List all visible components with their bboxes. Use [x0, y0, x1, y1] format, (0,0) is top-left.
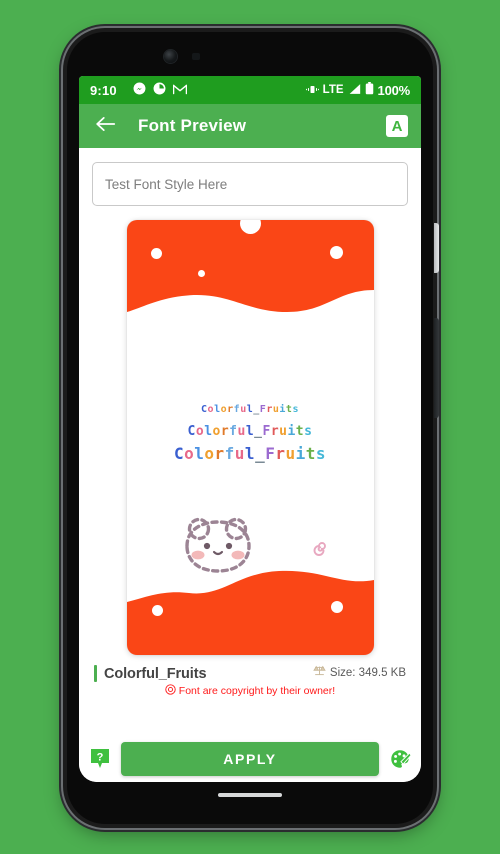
- signal-icon: [348, 83, 361, 98]
- bubble-dot: [330, 601, 343, 613]
- network-type-label: LTE: [322, 84, 344, 96]
- spiral-icon: [313, 542, 326, 556]
- apply-button[interactable]: APPLY: [121, 742, 379, 776]
- vibrate-icon: [305, 83, 319, 98]
- font-info-row: Colorful_Fruits Size: 349.5 KB: [92, 664, 408, 682]
- page-title: Font Preview: [138, 116, 247, 135]
- test-font-input[interactable]: [92, 162, 408, 206]
- svg-text:?: ?: [97, 752, 104, 764]
- main-content: Colorful_Fruits Colorful_Fruits Colorful…: [79, 148, 421, 736]
- phone-screen: 9:10 LTE 100% Font Preview A Test Font S…: [79, 76, 421, 782]
- copyright-note: Font are copyright by their owner!: [92, 684, 408, 698]
- status-bar-right: LTE 100%: [305, 82, 411, 98]
- font-accent-bar: [94, 665, 97, 682]
- home-indicator[interactable]: [218, 793, 282, 797]
- front-camera-icon: [164, 50, 177, 63]
- font-size-a-icon[interactable]: A: [386, 115, 408, 137]
- copyright-text: Font are copyright by their owner!: [178, 685, 336, 697]
- font-sample-small: Colorful_Fruits: [201, 404, 299, 415]
- font-name-label: Colorful_Fruits: [104, 665, 207, 682]
- font-size-label: Size: 349.5 KB: [329, 667, 406, 679]
- help-tooltip-icon[interactable]: ?: [88, 747, 112, 771]
- bubble-dot: [150, 248, 162, 259]
- bottom-action-bar: ? APPLY: [79, 736, 421, 782]
- app-bar: Font Preview A: [79, 104, 421, 148]
- circle-progress-icon: [153, 82, 166, 98]
- back-button[interactable]: [92, 113, 118, 139]
- power-button[interactable]: [434, 318, 439, 418]
- arrow-left-icon: [95, 115, 116, 138]
- status-bar: 9:10 LTE 100%: [79, 76, 421, 104]
- font-sample-large: Colorful_Fruits: [173, 444, 327, 464]
- bubble-dot: [151, 605, 163, 616]
- font-sample-stack: Colorful_Fruits Colorful_Fruits Colorful…: [127, 396, 374, 467]
- volume-rocker-button[interactable]: [434, 223, 439, 273]
- battery-percent-label: 100%: [377, 82, 411, 98]
- card-wave-top: [126, 220, 374, 312]
- color-palette-icon[interactable]: [388, 747, 412, 771]
- bubble-dot: [197, 270, 205, 277]
- status-bar-clock: 9:10: [90, 82, 117, 98]
- status-bar-left: 9:10: [90, 82, 306, 98]
- gmail-icon: [172, 83, 187, 98]
- font-preview-card[interactable]: Colorful_Fruits Colorful_Fruits Colorful…: [126, 220, 374, 655]
- bubble-dot: [329, 246, 343, 259]
- copyright-icon: [165, 684, 176, 698]
- font-size-wrap: Size: 349.5 KB: [313, 664, 406, 682]
- messenger-icon: [133, 82, 146, 98]
- proximity-sensor-icon: [192, 53, 200, 60]
- battery-icon: [365, 82, 374, 98]
- font-sample-medium: Colorful_Fruits: [187, 424, 313, 440]
- font-name-wrap: Colorful_Fruits: [94, 665, 313, 682]
- scale-balance-icon: [313, 664, 326, 682]
